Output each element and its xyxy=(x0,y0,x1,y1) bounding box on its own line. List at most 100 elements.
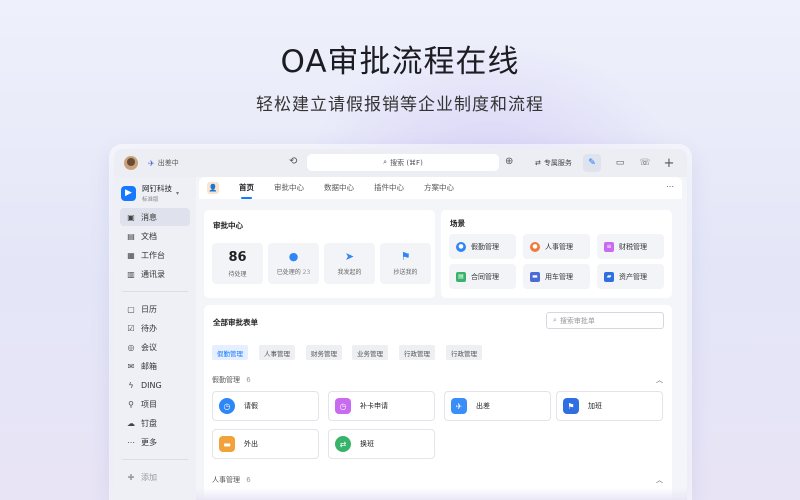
tab-data-center[interactable]: 数据中心 xyxy=(324,177,354,199)
car-icon: ▬ xyxy=(219,436,235,452)
history-icon[interactable]: ⟲ xyxy=(289,156,297,167)
processed-count: 23 xyxy=(302,269,311,276)
tab-plugin-center[interactable]: 插件中心 xyxy=(374,177,404,199)
sidebar-item-workbench[interactable]: ▦ 工作台 xyxy=(120,246,190,264)
scene-label: 资产管理 xyxy=(619,272,647,281)
chip-finance[interactable]: 财务管理 xyxy=(306,345,342,360)
tab-home[interactable]: 首页 xyxy=(239,177,254,199)
ding-icon: ϟ xyxy=(128,380,134,390)
form-label: 换班 xyxy=(360,440,374,448)
form-shift-swap[interactable]: ⇄ 换班 xyxy=(328,429,435,459)
scene-leave[interactable]: ● 假勤管理 xyxy=(449,234,516,259)
group-count: 6 xyxy=(246,476,251,484)
tab-solution-center[interactable]: 方案中心 xyxy=(424,177,454,199)
org-edition: 标准版 xyxy=(142,197,159,203)
app-window: ✈ 出差中 ⟲ ⌕ 搜索 (⌘F) ⊕ ⇄ 专属服务 ✎ ▭ ☏ + ▶ 网钉科… xyxy=(114,149,687,500)
service-button[interactable]: ⇄ 专属服务 xyxy=(535,155,572,171)
form-label: 出差 xyxy=(476,402,490,410)
grid-icon: ▦ xyxy=(127,250,135,260)
sidebar-item-docs[interactable]: ▤ 文档 xyxy=(120,227,190,245)
chip-business[interactable]: 业务管理 xyxy=(352,345,388,360)
upload-icon[interactable]: ⊕ xyxy=(505,156,513,167)
status-text: 出差中 xyxy=(157,159,179,167)
sidebar-divider xyxy=(122,459,188,460)
chip-admin[interactable]: 行政管理 xyxy=(399,345,435,360)
chevron-up-icon[interactable]: ︿ xyxy=(656,375,663,385)
sidebar-item-contacts[interactable]: ▥ 通讯录 xyxy=(120,265,190,283)
sidebar-item-label: 待办 xyxy=(141,323,157,333)
meeting-icon: ◎ xyxy=(127,342,135,352)
scene-label: 财税管理 xyxy=(619,242,647,251)
global-search[interactable]: ⌕ 搜索 (⌘F) xyxy=(307,154,499,171)
form-makeup-punch[interactable]: ◷ 补卡申请 xyxy=(328,391,435,421)
form-leave[interactable]: ◷ 请假 xyxy=(212,391,319,421)
stat-pending[interactable]: 86 待处理 xyxy=(212,243,263,284)
chip-hr[interactable]: 人事管理 xyxy=(259,345,295,360)
group-name: 假勤管理 xyxy=(212,376,240,384)
contacts-icon: ▥ xyxy=(127,269,135,279)
sidebar-item-more[interactable]: ⋯ 更多 xyxy=(120,433,190,451)
chip-leave[interactable]: 假勤管理 xyxy=(212,345,248,360)
car-icon: ▬ xyxy=(530,271,540,282)
stat-processed[interactable]: ● 已处理的 23 xyxy=(268,243,319,284)
receipt-icon: ≡ xyxy=(604,241,614,252)
scene-finance[interactable]: ≡ 财税管理 xyxy=(597,234,664,259)
punch-clock-icon: ◷ xyxy=(335,398,351,414)
form-go-out[interactable]: ▬ 外出 xyxy=(212,429,319,459)
chevron-up-icon[interactable]: ︿ xyxy=(656,475,663,485)
org-name: 网钉科技 xyxy=(142,184,172,193)
org-switcher[interactable]: ▶ 网钉科技 标准版 ▾ xyxy=(114,177,196,205)
stat-initiated[interactable]: ➤ 我发起的 xyxy=(324,243,375,284)
add-icon[interactable]: + xyxy=(660,154,678,172)
sidebar-item-messages[interactable]: ▣ 消息 xyxy=(120,208,190,226)
calendar-icon: ▢ xyxy=(127,304,135,314)
sidebar-item-add[interactable]: ✚ 添加 xyxy=(120,468,190,486)
stat-cc[interactable]: ⚑ 抄送我的 xyxy=(380,243,431,284)
phone-icon[interactable]: ☏ xyxy=(636,154,654,172)
cloud-drive-icon: ☁ xyxy=(127,418,135,428)
chat-icon: ▣ xyxy=(127,212,135,222)
flag-icon: ⚑ xyxy=(400,250,411,263)
airplane-icon: ✈ xyxy=(451,398,467,414)
scene-contract[interactable]: ▤ 合同管理 xyxy=(449,264,516,289)
search-icon: ⌕ xyxy=(553,316,557,324)
avatar[interactable] xyxy=(124,156,138,170)
add-icon: ✚ xyxy=(127,472,135,482)
sidebar-item-todo[interactable]: ☑ 待办 xyxy=(120,319,190,337)
chip-admin-2[interactable]: 行政管理 xyxy=(446,345,482,360)
airplane-icon: ✈ xyxy=(148,158,155,168)
scene-assets[interactable]: ▰ 资产管理 xyxy=(597,264,664,289)
sidebar-item-project[interactable]: ⚲ 项目 xyxy=(120,395,190,413)
form-business-trip[interactable]: ✈ 出差 xyxy=(444,391,551,421)
translate-icon[interactable]: ✎ xyxy=(583,154,601,172)
search-placeholder: 搜索 (⌘F) xyxy=(390,158,423,167)
sidebar-item-meeting[interactable]: ◎ 会议 xyxy=(120,338,190,356)
sidebar-divider xyxy=(122,291,188,292)
sidebar-item-ding[interactable]: ϟ DING xyxy=(120,376,190,394)
scene-hr[interactable]: ● 人事管理 xyxy=(523,234,590,259)
more-menu-icon[interactable]: ⋯ xyxy=(666,182,674,191)
sidebar-item-label: 会议 xyxy=(141,342,157,352)
sidebar-item-label: 项目 xyxy=(141,399,157,409)
approval-center-card: 审批中心 86 待处理 ● 已处理的 23 ➤ 我发起的 ⚑ 抄送我的 xyxy=(204,210,435,298)
bottom-fade xyxy=(196,488,687,500)
sidebar-item-label: 通讯录 xyxy=(141,269,165,279)
scene-vehicle[interactable]: ▬ 用车管理 xyxy=(523,264,590,289)
sidebar-item-calendar[interactable]: ▢ 日历 xyxy=(120,300,190,318)
tab-approval-center[interactable]: 审批中心 xyxy=(274,177,304,199)
form-label: 请假 xyxy=(244,402,258,410)
scene-label: 合同管理 xyxy=(471,272,499,281)
org-logo-icon: ▶ xyxy=(121,185,136,201)
sidebar-item-label: 消息 xyxy=(141,212,157,222)
todo-icon: ☑ xyxy=(127,323,135,333)
scene-label: 人事管理 xyxy=(545,242,573,251)
person-icon: ● xyxy=(530,241,540,252)
user-status[interactable]: ✈ 出差中 xyxy=(148,158,179,168)
form-search-input[interactable]: ⌕ 搜索审批单 xyxy=(546,312,664,329)
clock-icon: ◷ xyxy=(219,398,235,414)
screen-icon[interactable]: ▭ xyxy=(611,154,629,172)
approval-center-title: 审批中心 xyxy=(213,221,243,230)
sidebar-item-mail[interactable]: ✉ 邮箱 xyxy=(120,357,190,375)
form-overtime[interactable]: ⚑ 加班 xyxy=(556,391,663,421)
sidebar-item-drive[interactable]: ☁ 钉盘 xyxy=(120,414,190,432)
